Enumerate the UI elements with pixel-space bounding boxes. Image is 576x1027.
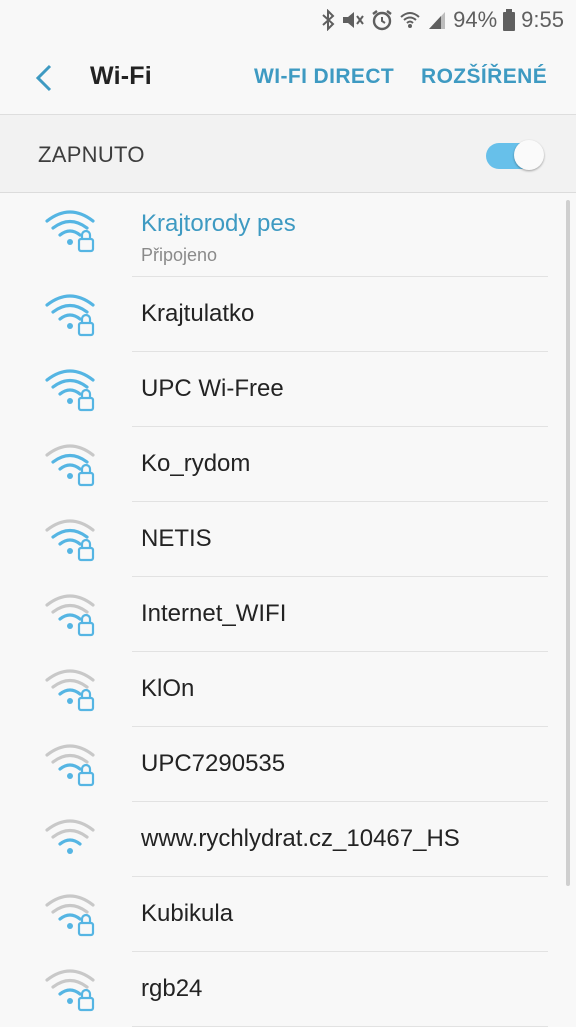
- bluetooth-icon: [321, 9, 335, 31]
- clock: 9:55: [521, 7, 564, 32]
- network-name: KlOn: [141, 675, 195, 702]
- network-name: UPC Wi-Free: [141, 375, 284, 402]
- network-item[interactable]: Kubikula: [0, 877, 576, 952]
- wifi-signal-icon: [45, 894, 95, 937]
- network-item[interactable]: Krajtulatko: [0, 277, 576, 352]
- network-item[interactable]: KlOn: [0, 652, 576, 727]
- network-name: rgb24: [141, 975, 203, 1002]
- network-item[interactable]: Internet_WIFI: [0, 577, 576, 652]
- wifi-signal-icon: [45, 594, 95, 637]
- network-item[interactable]: Krajtorody pes Připojeno: [0, 193, 576, 277]
- network-name: Krajtulatko: [141, 300, 255, 327]
- wifi-toggle-label: ZAPNUTO: [38, 142, 145, 167]
- wifi-signal-icon: [45, 819, 95, 854]
- network-name: UPC7290535: [141, 750, 286, 777]
- network-status: Připojeno: [141, 245, 218, 265]
- network-name: NETIS: [141, 525, 212, 552]
- network-name: Ko_rydom: [141, 450, 251, 477]
- status-icons: 94% 9:55: [321, 6, 564, 34]
- wifi-signal-icon: [45, 969, 95, 1012]
- network-name: Kubikula: [141, 900, 234, 927]
- network-name: Internet_WIFI: [141, 600, 287, 627]
- advanced-button[interactable]: ROZŠÍŘENÉ: [421, 65, 547, 89]
- network-item[interactable]: Ko_rydom: [0, 427, 576, 502]
- wifi-signal-icon: [45, 369, 95, 412]
- network-name: www.rychlydrat.cz_10467_HS: [141, 825, 460, 852]
- switch-knob: [514, 140, 544, 170]
- wifi-signal-icon: [45, 294, 95, 337]
- wifi-signal-icon: [45, 744, 95, 787]
- wifi-status-icon: [399, 9, 421, 31]
- network-item[interactable]: UPC7290535: [0, 727, 576, 802]
- network-item[interactable]: rgb24: [0, 952, 576, 1027]
- wifi-toggle-switch[interactable]: [486, 140, 546, 170]
- wifi-toggle-row[interactable]: ZAPNUTO: [0, 115, 576, 193]
- wifi-signal-icon: [45, 444, 95, 487]
- wifi-signal-icon: [45, 519, 95, 562]
- scrollbar[interactable]: [566, 200, 570, 886]
- page-title: Wi-Fi: [90, 62, 152, 90]
- wifi-direct-button[interactable]: WI-FI DIRECT: [254, 65, 394, 89]
- battery-icon: [503, 9, 516, 31]
- network-name: Krajtorody pes: [141, 210, 296, 237]
- wifi-signal-icon: [45, 669, 95, 712]
- back-button[interactable]: [24, 60, 64, 96]
- app-bar: Wi-Fi WI-FI DIRECT ROZŠÍŘENÉ: [0, 40, 576, 115]
- back-arrow-icon: [35, 64, 52, 92]
- network-item[interactable]: NETIS: [0, 502, 576, 577]
- wifi-signal-icon: [45, 210, 95, 253]
- cell-signal-icon: [427, 9, 447, 31]
- alarm-icon: [371, 9, 393, 31]
- mute-icon: [341, 9, 365, 31]
- network-list: Krajtorody pes Připojeno Krajtulatko UPC Wi…: [0, 193, 576, 1027]
- network-item[interactable]: UPC Wi-Free: [0, 352, 576, 427]
- battery-percent: 94%: [453, 7, 498, 32]
- status-bar: 94% 9:55: [0, 0, 576, 40]
- network-item[interactable]: www.rychlydrat.cz_10467_HS: [0, 802, 576, 877]
